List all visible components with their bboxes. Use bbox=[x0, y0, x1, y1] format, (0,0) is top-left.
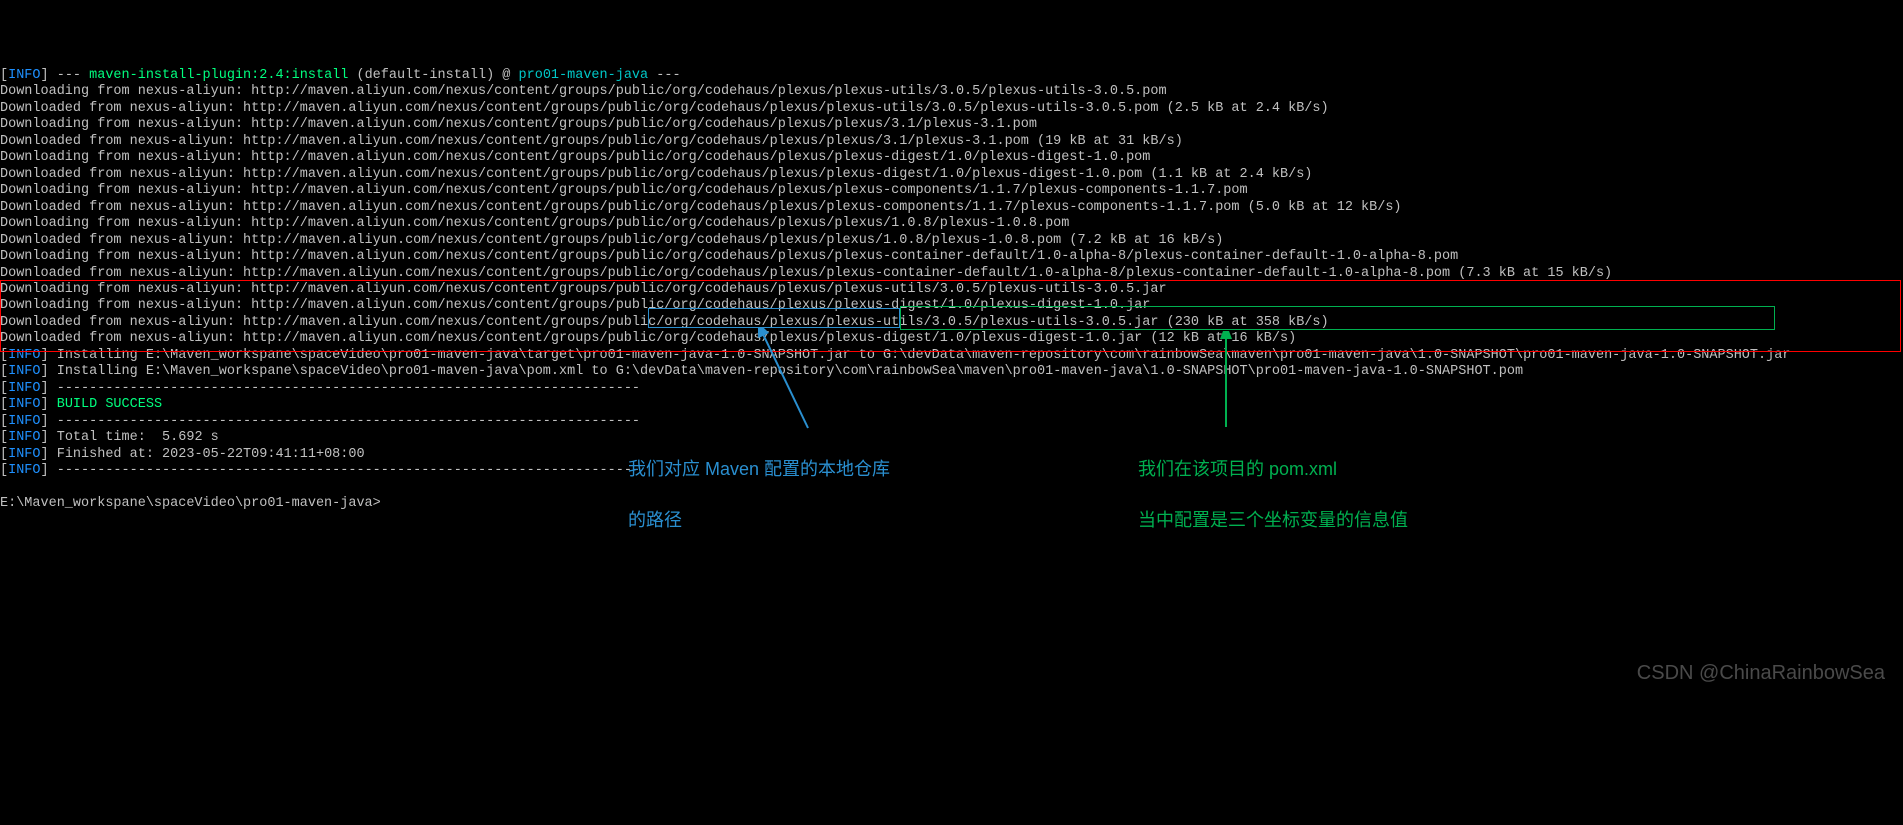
log-line: Downloaded from nexus-aliyun: http://mav… bbox=[0, 134, 1903, 150]
info-finished-at: [INFO] Finished at: 2023-05-22T09:41:11+… bbox=[0, 447, 1903, 463]
log-line: Downloaded from nexus-aliyun: http://mav… bbox=[0, 233, 1903, 249]
log-line: Downloaded from nexus-aliyun: http://mav… bbox=[0, 167, 1903, 183]
info-build-success: [INFO] BUILD SUCCESS bbox=[0, 397, 1903, 413]
info-install-2: [INFO] Installing E:\Maven_workspane\spa… bbox=[0, 364, 1903, 380]
terminal-output: [INFO] --- maven-install-plugin:2.4:inst… bbox=[0, 68, 1903, 513]
log-line: Downloaded from nexus-aliyun: http://mav… bbox=[0, 200, 1903, 216]
log-header: [INFO] --- maven-install-plugin:2.4:inst… bbox=[0, 68, 1903, 84]
annotation-green-line2: 当中配置是三个坐标变量的信息值 bbox=[1138, 510, 1408, 530]
watermark: CSDN @ChinaRainbowSea bbox=[1637, 661, 1885, 685]
info-sep: [INFO] ---------------------------------… bbox=[0, 381, 1903, 397]
info-install-1: [INFO] Installing E:\Maven_workspane\spa… bbox=[0, 348, 1903, 364]
log-line: Downloaded from nexus-aliyun: http://mav… bbox=[0, 266, 1903, 282]
log-line: Downloading from nexus-aliyun: http://ma… bbox=[0, 183, 1903, 199]
annotation-blue-line1: 我们对应 Maven 配置的本地仓库 bbox=[628, 459, 890, 479]
log-line: Downloading from nexus-aliyun: http://ma… bbox=[0, 84, 1903, 100]
log-line: Downloading from nexus-aliyun: http://ma… bbox=[0, 150, 1903, 166]
log-line: Downloaded from nexus-aliyun: http://mav… bbox=[0, 315, 1903, 331]
arrow-green bbox=[1216, 331, 1236, 431]
log-line: Downloading from nexus-aliyun: http://ma… bbox=[0, 282, 1903, 298]
info-sep: [INFO] ---------------------------------… bbox=[0, 463, 1903, 479]
annotation-blue: 我们对应 Maven 配置的本地仓库 的路径 bbox=[618, 432, 890, 533]
annotation-green: 我们在该项目的 pom.xml 当中配置是三个坐标变量的信息值 bbox=[1128, 432, 1408, 533]
log-line: Downloaded from nexus-aliyun: http://mav… bbox=[0, 331, 1903, 347]
info-total-time: [INFO] Total time: 5.692 s bbox=[0, 430, 1903, 446]
prompt-line[interactable]: E:\Maven_workspane\spaceVideo\pro01-mave… bbox=[0, 496, 1903, 512]
log-line: Downloading from nexus-aliyun: http://ma… bbox=[0, 249, 1903, 265]
annotation-blue-line2: 的路径 bbox=[628, 510, 682, 530]
log-line: Downloaded from nexus-aliyun: http://mav… bbox=[0, 101, 1903, 117]
log-line: Downloading from nexus-aliyun: http://ma… bbox=[0, 216, 1903, 232]
info-sep: [INFO] ---------------------------------… bbox=[0, 414, 1903, 430]
log-line: Downloading from nexus-aliyun: http://ma… bbox=[0, 117, 1903, 133]
annotation-green-line1: 我们在该项目的 pom.xml bbox=[1138, 459, 1337, 479]
arrow-blue bbox=[758, 328, 838, 433]
log-line: Downloading from nexus-aliyun: http://ma… bbox=[0, 298, 1903, 314]
